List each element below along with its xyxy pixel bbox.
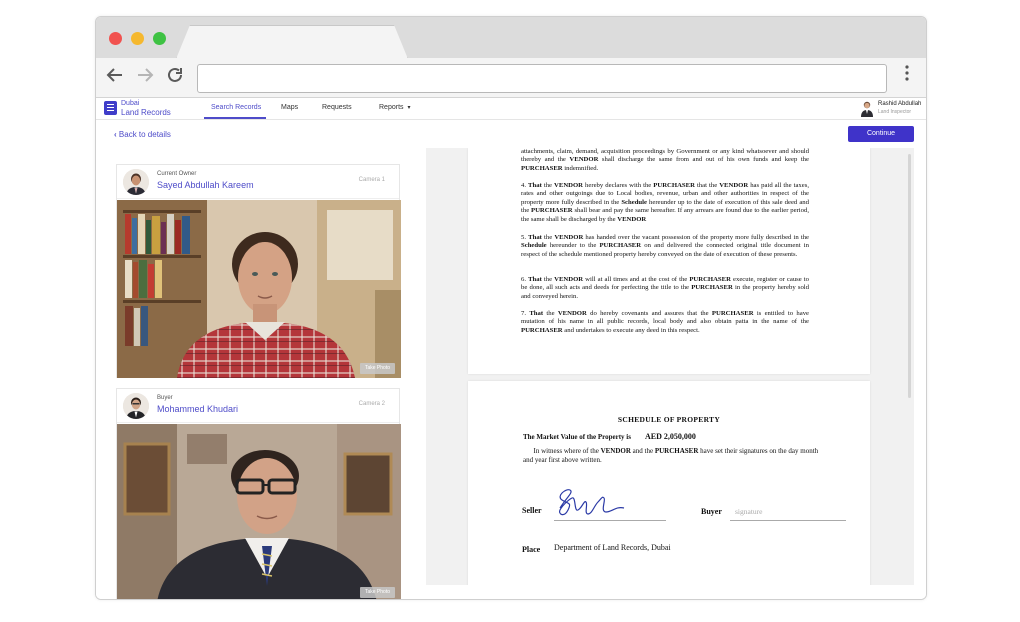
doc-paragraph-7: 7. That the VENDOR do hereby covenants a… bbox=[521, 310, 810, 334]
buyer-camera-photo: Take Photo bbox=[117, 424, 401, 599]
buyer-card-header: Buyer Mohammed Khudari Camera 2 bbox=[117, 389, 399, 423]
seller-signature bbox=[559, 489, 625, 516]
buyer-role-label: Buyer bbox=[157, 395, 173, 401]
buyer-label: Buyer bbox=[701, 507, 722, 516]
back-to-details-label: Back to details bbox=[118, 130, 171, 139]
owner-card: Current Owner Sayed Abdullah Kareem Came… bbox=[116, 164, 401, 378]
chevron-left-icon: ‹ bbox=[114, 130, 117, 139]
buyer-name: Mohammed Khudari bbox=[157, 404, 239, 414]
market-value: AED 2,050,000 bbox=[645, 432, 696, 441]
nav-maps[interactable]: Maps bbox=[281, 104, 298, 111]
user-name: Rashid Abdullah bbox=[878, 101, 922, 107]
reload-icon[interactable] bbox=[166, 66, 184, 89]
witness-text: In witness where of the VENDOR and the P… bbox=[523, 447, 819, 464]
user-role: Land Inspector bbox=[878, 109, 912, 115]
camera-label: Camera 2 bbox=[358, 401, 385, 407]
take-photo-button[interactable]: Take Photo bbox=[359, 587, 395, 598]
chevron-down-icon: ▾ bbox=[407, 105, 411, 111]
continue-button[interactable]: Continue bbox=[848, 126, 914, 142]
seller-label: Seller bbox=[522, 506, 542, 515]
minimize-window-button[interactable] bbox=[131, 32, 144, 45]
app-root: Dubai Land Records Search Records Maps R… bbox=[96, 98, 926, 599]
nav-active-indicator bbox=[204, 117, 266, 119]
document-scrollbar[interactable] bbox=[908, 154, 911, 398]
back-to-details-link[interactable]: ‹ Back to details bbox=[114, 130, 171, 139]
doc-paragraph-4: 4. That the VENDOR hereby declares with … bbox=[521, 182, 809, 223]
logo-icon bbox=[104, 101, 117, 115]
app-header: Dubai Land Records Search Records Maps R… bbox=[96, 98, 926, 120]
place-label: Place bbox=[522, 545, 541, 554]
close-window-button[interactable] bbox=[109, 32, 122, 45]
document-viewer[interactable]: attachments, claim, demand, acquisition … bbox=[426, 148, 914, 585]
nav-reports-label: Reports bbox=[379, 104, 404, 111]
place-value: Department of Land Records, Dubai bbox=[554, 543, 671, 552]
take-photo-button[interactable]: Take Photo bbox=[359, 363, 395, 374]
camera-label: Camera 1 bbox=[358, 177, 385, 183]
market-value-label: The Market Value of the Property is bbox=[523, 433, 631, 441]
owner-avatar bbox=[123, 169, 149, 195]
browser-window: Dubai Land Records Search Records Maps R… bbox=[95, 16, 927, 600]
buyer-signature-line bbox=[730, 520, 846, 521]
logo-title: Land Records bbox=[121, 108, 171, 117]
address-bar[interactable] bbox=[197, 64, 887, 93]
browser-tab[interactable] bbox=[176, 25, 408, 59]
logo-city: Dubai bbox=[121, 100, 140, 107]
buyer-card: Buyer Mohammed Khudari Camera 2 Take Pho… bbox=[116, 388, 401, 599]
document-page-1: attachments, claim, demand, acquisition … bbox=[468, 148, 870, 374]
nav-requests[interactable]: Requests bbox=[322, 104, 352, 111]
nav-reports[interactable]: Reports ▾ bbox=[379, 104, 410, 111]
buyer-signature-field[interactable]: signature bbox=[735, 507, 763, 516]
document-page-2: SCHEDULE OF PROPERTY The Market Value of… bbox=[468, 381, 870, 585]
back-arrow-icon[interactable] bbox=[106, 66, 124, 88]
maximize-window-button[interactable] bbox=[153, 32, 166, 45]
doc-paragraph-6: 6. That the VENDOR will at all times and… bbox=[521, 276, 810, 300]
doc-paragraph-intro: attachments, claim, demand, acquisition … bbox=[521, 148, 809, 172]
owner-camera-photo: Take Photo bbox=[117, 200, 401, 378]
owner-name: Sayed Abdullah Kareem bbox=[157, 180, 254, 190]
browser-toolbar bbox=[96, 58, 926, 98]
owner-card-header: Current Owner Sayed Abdullah Kareem Came… bbox=[117, 165, 399, 199]
seller-signature-line bbox=[554, 520, 666, 521]
doc-paragraph-5: 5. That the VENDOR has handed over the v… bbox=[521, 234, 810, 258]
browser-titlebar bbox=[96, 17, 926, 59]
forward-arrow-icon[interactable] bbox=[136, 66, 154, 88]
schedule-title: SCHEDULE OF PROPERTY bbox=[617, 415, 721, 424]
kebab-menu-icon[interactable] bbox=[904, 65, 910, 81]
nav-search-records[interactable]: Search Records bbox=[211, 104, 261, 111]
owner-role-label: Current Owner bbox=[157, 171, 197, 177]
buyer-avatar bbox=[123, 393, 149, 419]
user-avatar[interactable] bbox=[861, 100, 873, 117]
